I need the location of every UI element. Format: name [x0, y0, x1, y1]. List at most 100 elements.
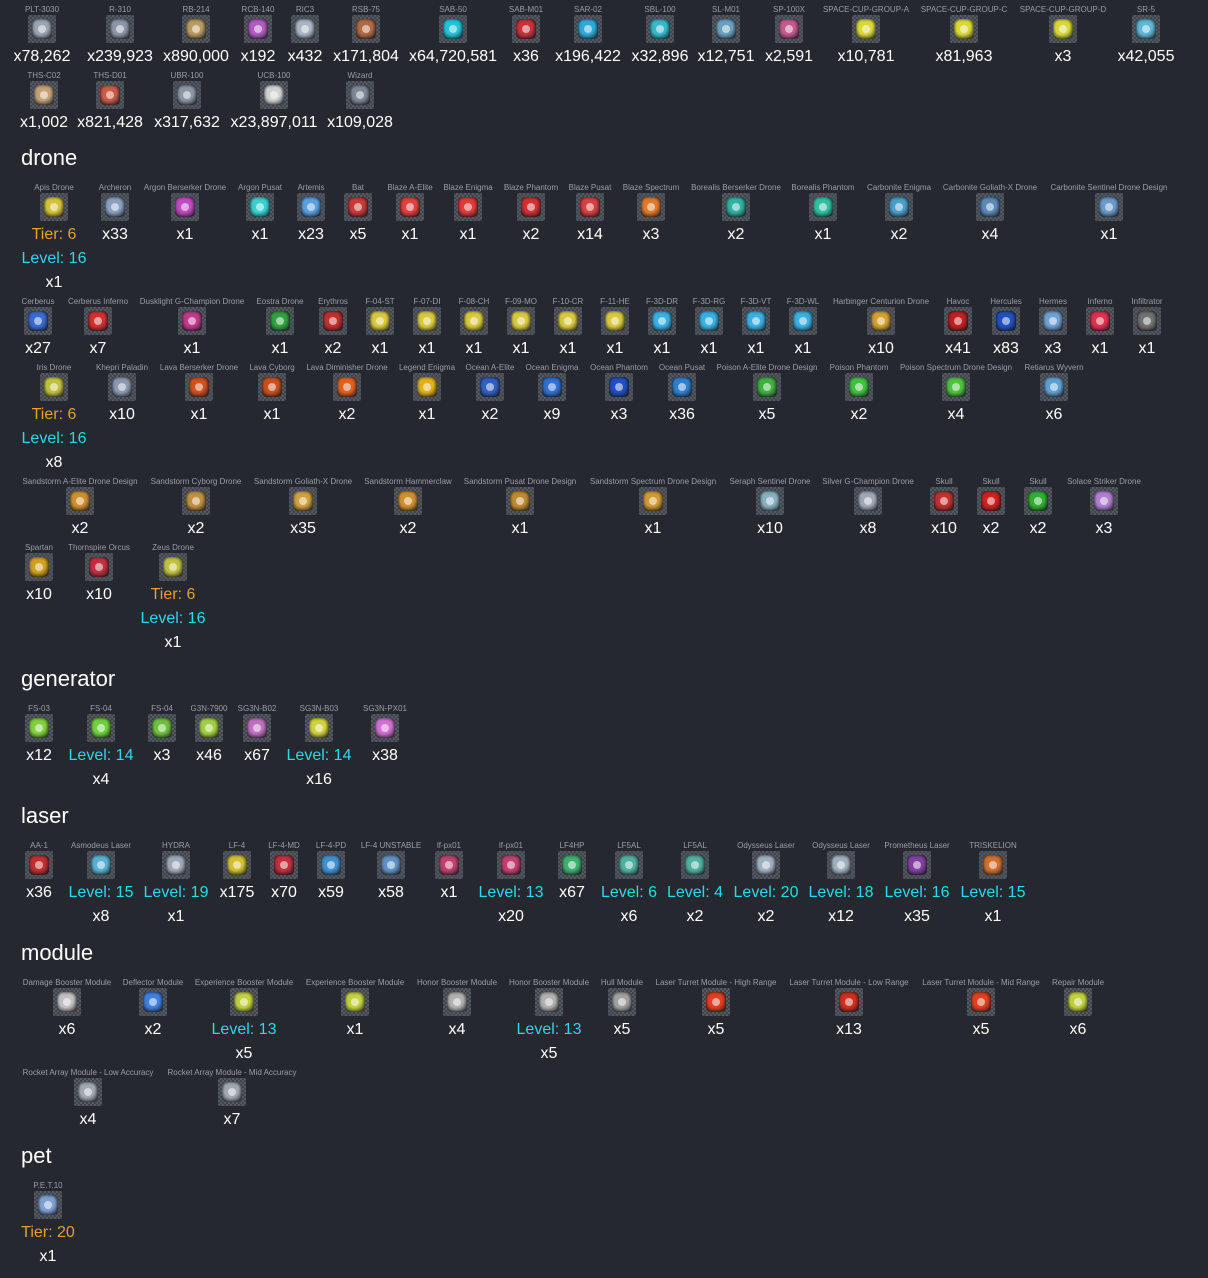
- item-icon[interactable]: [413, 373, 441, 401]
- item-icon[interactable]: [439, 15, 467, 43]
- item-icon[interactable]: [538, 373, 566, 401]
- item-icon[interactable]: [512, 15, 540, 43]
- item-icon[interactable]: [173, 81, 201, 109]
- item-icon[interactable]: [977, 487, 1005, 515]
- item-icon[interactable]: [40, 373, 68, 401]
- item-icon[interactable]: [30, 81, 58, 109]
- item-icon[interactable]: [346, 81, 374, 109]
- item-icon[interactable]: [352, 15, 380, 43]
- item-icon[interactable]: [845, 373, 873, 401]
- item-icon[interactable]: [317, 851, 345, 879]
- item-icon[interactable]: [84, 307, 112, 335]
- item-icon[interactable]: [34, 1191, 62, 1219]
- item-icon[interactable]: [756, 487, 784, 515]
- item-icon[interactable]: [835, 988, 863, 1016]
- item-icon[interactable]: [266, 307, 294, 335]
- item-icon[interactable]: [648, 307, 676, 335]
- item-icon[interactable]: [28, 15, 56, 43]
- item-icon[interactable]: [139, 988, 167, 1016]
- item-icon[interactable]: [554, 307, 582, 335]
- item-icon[interactable]: [195, 714, 223, 742]
- item-icon[interactable]: [40, 193, 68, 221]
- item-icon[interactable]: [101, 193, 129, 221]
- item-icon[interactable]: [25, 553, 53, 581]
- item-icon[interactable]: [992, 307, 1020, 335]
- item-icon[interactable]: [976, 193, 1004, 221]
- item-icon[interactable]: [775, 15, 803, 43]
- item-icon[interactable]: [742, 307, 770, 335]
- item-icon[interactable]: [507, 307, 535, 335]
- item-icon[interactable]: [1024, 487, 1052, 515]
- item-icon[interactable]: [681, 851, 709, 879]
- item-icon[interactable]: [942, 373, 970, 401]
- item-icon[interactable]: [967, 988, 995, 1016]
- item-icon[interactable]: [394, 487, 422, 515]
- item-icon[interactable]: [371, 714, 399, 742]
- item-icon[interactable]: [1132, 15, 1160, 43]
- item-icon[interactable]: [108, 373, 136, 401]
- item-icon[interactable]: [1039, 307, 1067, 335]
- item-icon[interactable]: [753, 373, 781, 401]
- item-icon[interactable]: [950, 15, 978, 43]
- item-icon[interactable]: [506, 487, 534, 515]
- item-icon[interactable]: [460, 307, 488, 335]
- item-icon[interactable]: [344, 193, 372, 221]
- item-icon[interactable]: [435, 851, 463, 879]
- item-icon[interactable]: [615, 851, 643, 879]
- item-icon[interactable]: [333, 373, 361, 401]
- item-icon[interactable]: [601, 307, 629, 335]
- item-icon[interactable]: [319, 307, 347, 335]
- item-icon[interactable]: [305, 714, 333, 742]
- item-icon[interactable]: [1133, 307, 1161, 335]
- item-icon[interactable]: [148, 714, 176, 742]
- item-icon[interactable]: [517, 193, 545, 221]
- item-icon[interactable]: [695, 307, 723, 335]
- item-icon[interactable]: [243, 714, 271, 742]
- item-icon[interactable]: [722, 193, 750, 221]
- item-icon[interactable]: [246, 193, 274, 221]
- item-icon[interactable]: [1040, 373, 1068, 401]
- item-icon[interactable]: [944, 307, 972, 335]
- item-icon[interactable]: [885, 193, 913, 221]
- item-icon[interactable]: [867, 307, 895, 335]
- item-icon[interactable]: [53, 988, 81, 1016]
- item-icon[interactable]: [162, 851, 190, 879]
- item-icon[interactable]: [106, 15, 134, 43]
- item-icon[interactable]: [85, 553, 113, 581]
- item-icon[interactable]: [608, 988, 636, 1016]
- item-icon[interactable]: [443, 988, 471, 1016]
- item-icon[interactable]: [260, 81, 288, 109]
- item-icon[interactable]: [476, 373, 504, 401]
- item-icon[interactable]: [413, 307, 441, 335]
- item-icon[interactable]: [341, 988, 369, 1016]
- item-icon[interactable]: [218, 1078, 246, 1106]
- item-icon[interactable]: [366, 307, 394, 335]
- item-icon[interactable]: [66, 487, 94, 515]
- item-icon[interactable]: [87, 714, 115, 742]
- item-icon[interactable]: [558, 851, 586, 879]
- item-icon[interactable]: [230, 988, 258, 1016]
- item-icon[interactable]: [1090, 487, 1118, 515]
- item-icon[interactable]: [639, 487, 667, 515]
- item-icon[interactable]: [258, 373, 286, 401]
- item-icon[interactable]: [646, 15, 674, 43]
- item-icon[interactable]: [185, 373, 213, 401]
- item-icon[interactable]: [25, 714, 53, 742]
- item-icon[interactable]: [702, 988, 730, 1016]
- item-icon[interactable]: [535, 988, 563, 1016]
- item-icon[interactable]: [1049, 15, 1077, 43]
- item-icon[interactable]: [289, 487, 317, 515]
- item-icon[interactable]: [576, 193, 604, 221]
- item-icon[interactable]: [25, 851, 53, 879]
- item-icon[interactable]: [712, 15, 740, 43]
- item-icon[interactable]: [24, 307, 52, 335]
- item-icon[interactable]: [852, 15, 880, 43]
- item-icon[interactable]: [74, 1078, 102, 1106]
- item-icon[interactable]: [930, 487, 958, 515]
- item-icon[interactable]: [244, 15, 272, 43]
- item-icon[interactable]: [605, 373, 633, 401]
- item-icon[interactable]: [87, 851, 115, 879]
- item-icon[interactable]: [809, 193, 837, 221]
- item-icon[interactable]: [223, 851, 251, 879]
- item-icon[interactable]: [752, 851, 780, 879]
